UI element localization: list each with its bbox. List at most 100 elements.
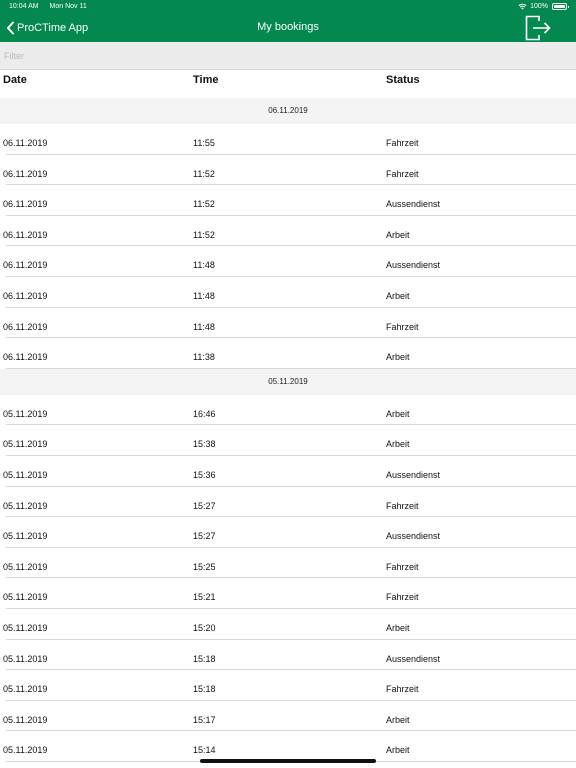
status-time: 10:04 AM [9,3,39,10]
booking-time: 15:25 [193,561,216,572]
booking-date: 05.11.2019 [3,745,48,756]
booking-time: 15:14 [193,745,216,756]
booking-date: 05.11.2019 [3,531,48,542]
booking-date: 05.11.2019 [3,653,48,664]
booking-time: 11:48 [193,290,215,301]
booking-row[interactable]: 06.11.2019 11:48 Arbeit [0,277,576,308]
app-screen: 10:04 AM Mon Nov 11 100% ProCTime App My… [0,0,576,768]
booking-status: Fahrzeit [386,138,419,148]
booking-time: 11:52 [193,199,215,210]
booking-date: 06.11.2019 [3,321,48,332]
booking-status: Arbeit [386,229,410,240]
wifi-icon [518,3,527,10]
booking-status: Fahrzeit [386,561,419,572]
booking-status: Fahrzeit [386,168,419,179]
booking-time: 15:20 [193,622,216,633]
booking-status: Aussendienst [386,260,441,271]
booking-date: 06.11.2019 [3,260,48,271]
booking-date: 06.11.2019 [3,138,48,148]
status-date: Mon Nov 11 [49,3,87,10]
booking-time: 11:48 [193,321,215,332]
booking-date: 05.11.2019 [3,439,48,450]
booking-status: Fahrzeit [386,592,419,603]
booking-row[interactable]: 05.11.2019 15:18 Aussendienst [0,640,576,671]
booking-status: Aussendienst [386,469,441,480]
page-title: My bookings [257,21,319,33]
booking-date: 05.11.2019 [3,622,48,633]
column-headers: Date Time Status [0,70,576,98]
booking-date: 06.11.2019 [3,229,48,240]
booking-time: 15:27 [193,531,216,542]
booking-status: Fahrzeit [386,684,419,695]
booking-time: 15:17 [193,714,216,725]
booking-date: 05.11.2019 [3,469,48,480]
booking-time: 11:38 [193,352,215,363]
booking-status: Aussendienst [386,531,441,542]
navigation-bar: ProCTime App My bookings [0,13,576,42]
booking-row[interactable]: 05.11.2019 15:18 Fahrzeit [0,670,576,701]
booking-row[interactable]: 05.11.2019 15:38 Arbeit [0,425,576,456]
status-bar: 10:04 AM Mon Nov 11 100% [0,0,576,13]
booking-row[interactable]: 06.11.2019 11:48 Aussendienst [0,246,576,277]
booking-row[interactable]: 06.11.2019 11:52 Arbeit [0,216,576,247]
column-header-time: Time [193,74,219,86]
section-header: 05.11.2019 [0,368,576,395]
row-separator [6,367,576,369]
booking-status: Fahrzeit [386,500,419,511]
booking-date: 06.11.2019 [3,168,48,179]
booking-row[interactable]: 06.11.2019 11:52 Fahrzeit [0,155,576,186]
booking-row[interactable]: 06.11.2019 11:55 Fahrzeit [0,124,576,155]
booking-date: 05.11.2019 [3,408,48,419]
booking-time: 15:36 [193,469,216,480]
filter-bar [0,42,576,70]
booking-status: Fahrzeit [386,321,419,332]
booking-time: 11:55 [193,138,215,148]
booking-date: 06.11.2019 [3,352,48,363]
booking-row[interactable]: 06.11.2019 11:38 Arbeit [0,338,576,369]
booking-row[interactable]: 05.11.2019 15:17 Arbeit [0,701,576,732]
battery-percent: 100% [530,3,548,10]
app-header: 10:04 AM Mon Nov 11 100% ProCTime App My… [0,0,576,42]
battery-icon [552,3,569,10]
booking-row[interactable]: 05.11.2019 15:36 Aussendienst [0,456,576,487]
booking-row[interactable]: 05.11.2019 15:25 Fahrzeit [0,548,576,579]
bookings-list[interactable]: 06.11.2019 06.11.2019 11:55 Fahrzeit 06.11.2… [0,98,576,762]
booking-time: 11:52 [193,229,215,240]
booking-time: 15:27 [193,500,216,511]
filter-input[interactable] [4,48,564,64]
logout-icon[interactable] [524,14,552,42]
section-header: 06.11.2019 [0,98,576,124]
booking-time: 15:18 [193,653,216,664]
booking-row[interactable]: 06.11.2019 11:52 Aussendienst [0,185,576,216]
booking-status: Arbeit [386,714,410,725]
booking-row[interactable]: 05.11.2019 16:46 Arbeit [0,395,576,426]
booking-status: Arbeit [386,439,410,450]
booking-status: Arbeit [386,622,410,633]
booking-time: 16:46 [193,408,216,419]
booking-time: 15:21 [193,592,216,603]
booking-row[interactable]: 05.11.2019 15:27 Aussendienst [0,517,576,548]
booking-status: Arbeit [386,745,410,756]
home-indicator[interactable] [200,759,376,763]
column-header-date: Date [3,74,27,86]
booking-time: 11:52 [193,168,215,179]
booking-row[interactable]: 05.11.2019 15:27 Fahrzeit [0,487,576,518]
column-header-status: Status [386,74,420,86]
status-right: 100% [518,0,569,13]
booking-time: 15:38 [193,439,216,450]
booking-status: Arbeit [386,352,410,363]
booking-row[interactable]: 06.11.2019 11:48 Fahrzeit [0,308,576,339]
booking-date: 05.11.2019 [3,714,48,725]
booking-status: Arbeit [386,290,410,301]
booking-date: 05.11.2019 [3,561,48,572]
booking-date: 05.11.2019 [3,592,48,603]
booking-time: 15:18 [193,684,216,695]
booking-row[interactable]: 05.11.2019 15:14 Arbeit [0,731,576,762]
booking-date: 05.11.2019 [3,684,48,695]
booking-status: Aussendienst [386,653,441,664]
booking-date: 06.11.2019 [3,290,48,301]
booking-row[interactable]: 05.11.2019 15:20 Arbeit [0,609,576,640]
booking-date: 06.11.2019 [3,199,48,210]
booking-time: 11:48 [193,260,215,271]
booking-row[interactable]: 05.11.2019 15:21 Fahrzeit [0,578,576,609]
